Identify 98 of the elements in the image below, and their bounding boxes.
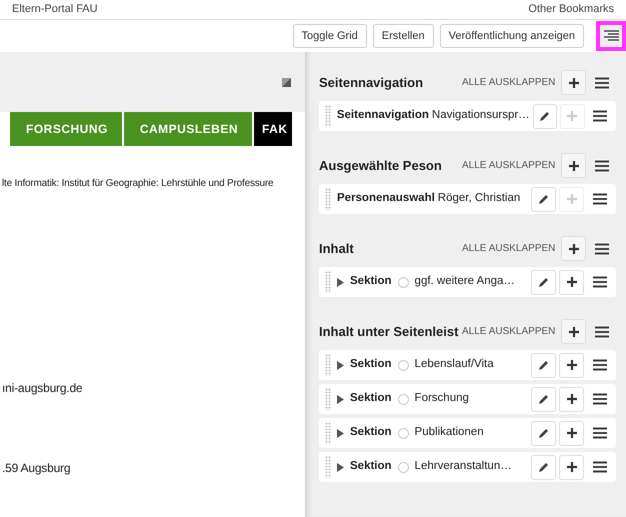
expand-triangle-icon (337, 428, 344, 438)
menu-icon (592, 393, 606, 405)
expand-triangle-icon (337, 278, 344, 286)
pencil-icon (538, 194, 549, 204)
plus-icon (568, 242, 580, 254)
item-title: Navigationsurspr… (432, 108, 530, 124)
item-type: Sektion (350, 391, 392, 406)
nav-tab[interactable]: CAMPUSLEBEN (124, 112, 252, 146)
email-link[interactable]: ıni-augsburg.de (0, 379, 305, 397)
address-text: .59 Augsburg (1, 460, 72, 477)
add-button[interactable] (561, 319, 586, 344)
item-type: Seitennavigation (336, 108, 429, 124)
plus-icon (566, 427, 578, 439)
plus-icon (566, 110, 578, 122)
toolbar-button[interactable]: Veröffentlichung anzeigen (440, 24, 584, 48)
add-button[interactable] (559, 420, 584, 446)
resize-icon (282, 78, 291, 86)
pencil-icon (538, 428, 549, 438)
status-circle-icon (398, 276, 409, 288)
add-button[interactable] (559, 386, 584, 412)
item-type: Sektion (350, 274, 392, 290)
menu-icon (592, 110, 607, 122)
bookmark-link[interactable]: Other Bookmarks (528, 1, 614, 18)
plus-icon (566, 393, 578, 405)
edit-button[interactable] (531, 352, 556, 378)
bookmark-link[interactable]: Eltern-Portal FAU (12, 1, 98, 18)
expand-triangle-icon (337, 462, 344, 472)
item-type: Sektion (350, 357, 392, 372)
menu-icon (592, 276, 606, 288)
plus-icon (566, 359, 578, 371)
group-title: Inhalt unter Seitenleist (319, 322, 459, 341)
plus-icon (566, 461, 578, 473)
group-title: Ausgewählte Peson (319, 156, 443, 175)
pencil-icon (538, 462, 549, 472)
pencil-icon (538, 360, 549, 370)
pencil-icon (539, 110, 550, 122)
nav-tab[interactable]: FORSCHUNG (10, 112, 122, 146)
item-type: Sektion (350, 459, 392, 474)
expand-triangle-icon (337, 394, 344, 404)
expand-all-link[interactable]: ALLE AUSKLAPPEN (462, 75, 556, 90)
add-button[interactable] (559, 352, 584, 378)
menu-icon (592, 461, 606, 473)
drag-handle[interactable] (325, 456, 331, 478)
add-button[interactable] (559, 270, 584, 294)
edit-button[interactable] (532, 104, 558, 128)
menu-icon (592, 193, 606, 205)
drag-handle[interactable] (325, 388, 331, 410)
nav-tab[interactable]: FAK (254, 112, 292, 146)
drag-handle[interactable] (325, 422, 331, 444)
menu-icon (603, 30, 619, 42)
edit-button[interactable] (531, 454, 556, 480)
menu-icon (594, 326, 609, 338)
plus-icon (568, 160, 580, 172)
pencil-icon (538, 276, 549, 288)
menu-icon (594, 76, 609, 88)
edit-button[interactable] (531, 270, 556, 294)
pencil-icon (538, 394, 549, 404)
toolbar-button[interactable]: Toggle Grid (292, 24, 367, 48)
plus-icon (566, 193, 578, 205)
plus-icon (568, 326, 580, 338)
edit-button[interactable] (531, 386, 556, 412)
menu-icon (594, 160, 609, 172)
expand-all-link[interactable]: ALLE AUSKLAPPEN (462, 158, 556, 173)
plus-icon (568, 76, 580, 88)
status-circle-icon (398, 394, 409, 404)
expand-triangle-icon (337, 360, 344, 370)
item-title: Lebenslauf/Vita (414, 357, 495, 372)
drag-handle[interactable] (325, 271, 331, 293)
item-title: Forschung (414, 391, 470, 406)
drag-handle[interactable] (325, 354, 331, 376)
edit-button[interactable] (531, 186, 556, 212)
item-title: Lehrveranstaltun… (414, 459, 513, 474)
add-button[interactable] (561, 153, 586, 178)
panel-toggle-button[interactable] (596, 21, 626, 51)
item-type: Personenauswahl (337, 191, 435, 206)
edit-button[interactable] (531, 420, 556, 446)
group-title: Seitennavigation (319, 74, 424, 92)
item-title: ggf. weitere Anga… (414, 274, 516, 290)
item-title: Röger, Christian (438, 191, 522, 206)
toolbar-button[interactable]: Erstellen (372, 24, 434, 48)
drag-handle[interactable] (325, 105, 331, 127)
item-title: Publikationen (414, 425, 485, 440)
expand-all-link[interactable]: ALLE AUSKLAPPEN (462, 324, 556, 339)
status-circle-icon (398, 428, 409, 438)
status-circle-icon (398, 462, 409, 472)
plus-icon (566, 276, 578, 288)
add-button[interactable] (561, 236, 586, 261)
menu-icon (592, 359, 606, 371)
menu-icon (594, 242, 609, 254)
add-button[interactable] (559, 454, 584, 480)
item-type: Sektion (350, 425, 392, 440)
status-circle-icon (398, 360, 409, 370)
group-title: Inhalt (319, 240, 355, 258)
breadcrumb-text: lte Informatik: Institut für Geographie: Lehrstühle und Professure (1, 177, 274, 191)
drag-handle[interactable] (325, 188, 331, 210)
menu-icon (592, 427, 606, 439)
expand-all-link[interactable]: ALLE AUSKLAPPEN (462, 241, 556, 256)
add-button[interactable] (561, 70, 586, 95)
